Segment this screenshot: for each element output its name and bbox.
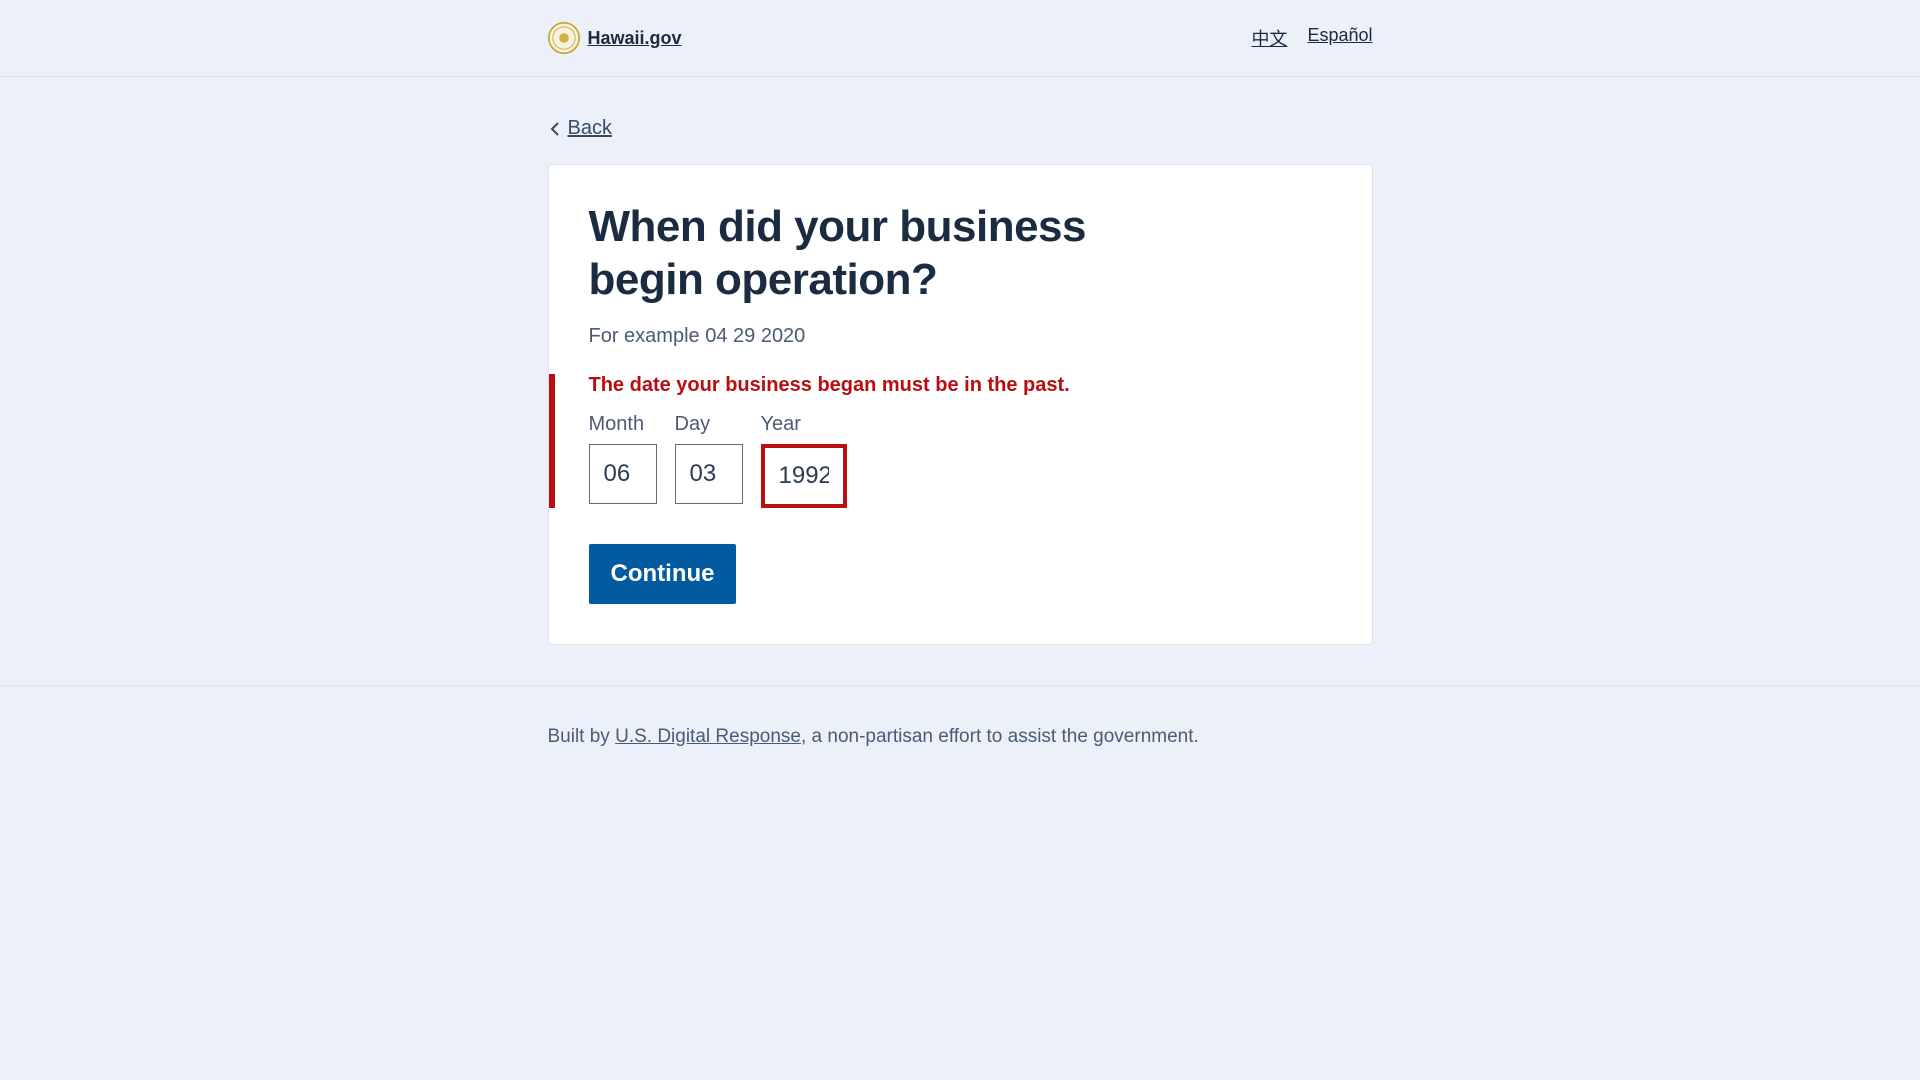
month-input[interactable] — [589, 444, 657, 504]
footer-prefix: Built by — [548, 726, 616, 747]
month-field: Month — [589, 413, 657, 508]
back-link[interactable]: Back — [548, 117, 612, 140]
main-content: Back When did your business begin operat… — [548, 77, 1373, 685]
site-footer: Built by U.S. Digital Response, a non-pa… — [0, 685, 1920, 788]
site-home-link[interactable]: Hawaii.gov — [588, 28, 682, 49]
language-switcher: 中文 Español — [1251, 25, 1372, 51]
month-label: Month — [589, 413, 657, 436]
year-input[interactable] — [761, 444, 847, 508]
site-header: Hawaii.gov 中文 Español — [0, 0, 1920, 77]
date-hint: For example 04 29 2020 — [589, 325, 1332, 348]
question-card: When did your business begin operation? … — [548, 164, 1373, 645]
page-title: When did your business begin operation? — [589, 201, 1149, 307]
year-field: Year — [761, 413, 847, 508]
back-link-label: Back — [568, 117, 612, 140]
footer-usdr-link[interactable]: U.S. Digital Response — [615, 726, 801, 747]
day-input[interactable] — [675, 444, 743, 504]
language-link-zh[interactable]: 中文 — [1251, 25, 1287, 51]
state-seal-icon — [548, 22, 580, 54]
error-block: The date your business began must be in … — [549, 374, 1332, 508]
footer-suffix: , a non-partisan effort to assist the go… — [801, 726, 1199, 747]
day-label: Day — [675, 413, 743, 436]
header-inner: Hawaii.gov 中文 Español — [548, 22, 1373, 54]
date-input-row: Month Day Year — [589, 413, 1332, 508]
footer-content: Built by U.S. Digital Response, a non-pa… — [548, 726, 1373, 748]
language-link-es[interactable]: Español — [1307, 25, 1372, 51]
chevron-left-icon — [548, 121, 564, 137]
site-brand: Hawaii.gov — [548, 22, 682, 54]
day-field: Day — [675, 413, 743, 508]
continue-button[interactable]: Continue — [589, 544, 737, 604]
error-message: The date your business began must be in … — [589, 374, 1332, 397]
year-label: Year — [761, 413, 847, 436]
